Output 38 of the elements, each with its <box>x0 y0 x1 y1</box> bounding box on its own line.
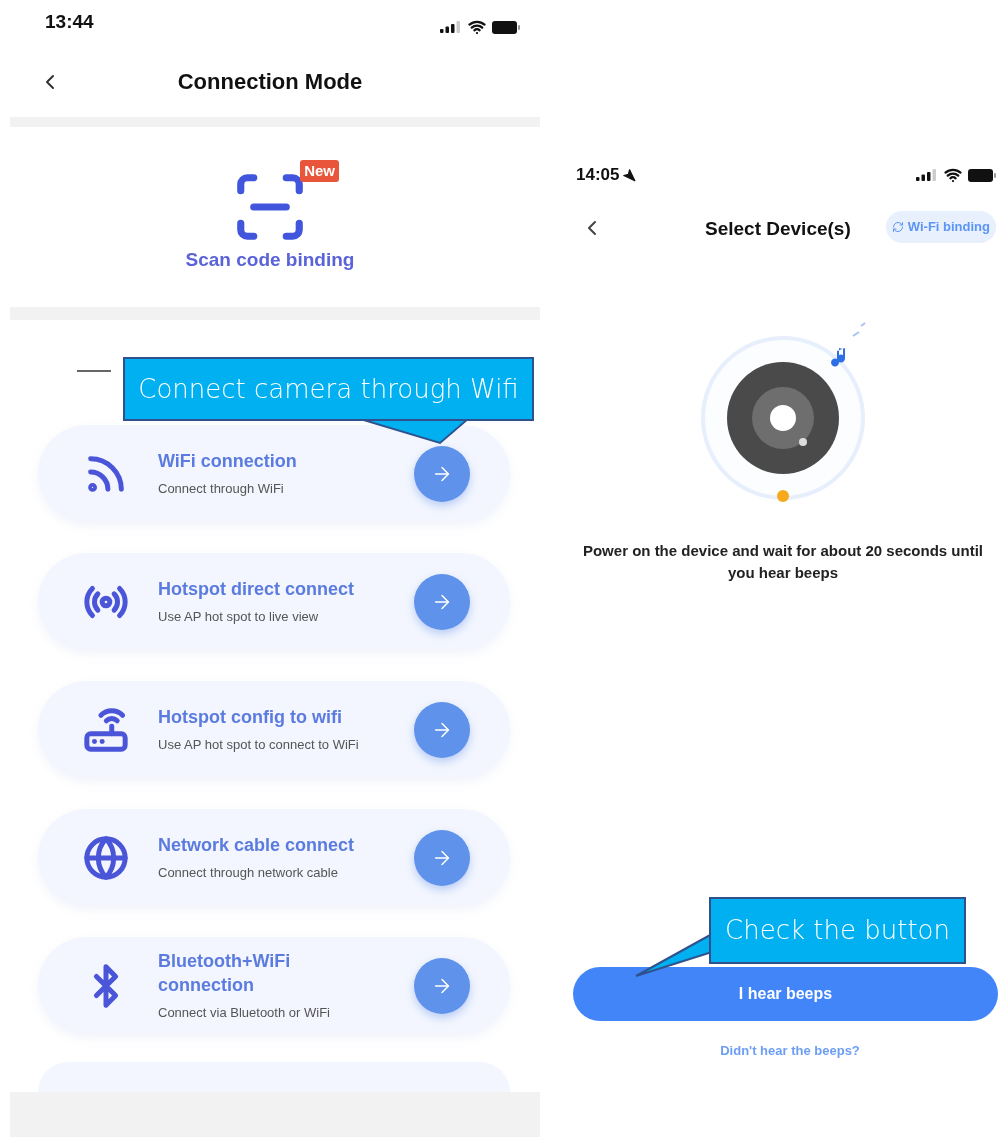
arrow-button[interactable] <box>414 829 470 886</box>
hear-beeps-button[interactable]: I hear beeps <box>573 967 998 1021</box>
instruction-text: Power on the device and wait for about 20 seconds until you hear beeps <box>581 541 985 583</box>
option-subtitle: Use AP hot spot to connect to WiFi <box>158 735 360 754</box>
arrow-button[interactable] <box>414 701 470 758</box>
status-time: 13:44 <box>45 9 94 34</box>
arrow-button[interactable] <box>414 445 470 502</box>
option-subtitle: Connect through network cable <box>158 863 339 882</box>
wifi-status-icon <box>468 18 486 36</box>
option-card[interactable]: Hotspot direct connect Use AP hot spot to live view <box>38 553 510 650</box>
option-title: Bluetooth+WiFi connection <box>158 949 292 997</box>
option-subtitle: Use AP hot spot to live view <box>158 607 320 626</box>
option-card[interactable]: Hotspot config to wifi Use AP hot spot to connect to WiFi <box>38 681 510 778</box>
wifi-status-icon <box>944 166 962 184</box>
battery-icon <box>968 168 996 182</box>
option-card[interactable]: Network cable connect Connect through network cable <box>38 809 510 906</box>
option-subtitle: Connect through WiFi <box>158 479 285 498</box>
signal-icon <box>440 21 462 33</box>
option-subtitle: Connect via Bluetooth or WiFi <box>158 1003 331 1022</box>
globe-icon <box>83 834 129 881</box>
option-card[interactable]: WiFi connection Connect through WiFi <box>38 425 510 522</box>
location-icon <box>622 168 637 182</box>
scan-code-link[interactable]: Scan code binding <box>185 245 355 275</box>
battery-icon <box>492 20 520 34</box>
option-title: Hotspot direct connect <box>158 577 355 601</box>
arrow-button[interactable] <box>414 957 470 1014</box>
option-title: Hotspot config to wifi <box>158 705 343 729</box>
signal-icon <box>916 169 938 181</box>
status-time: 14:05 <box>576 164 620 187</box>
router-icon <box>83 706 129 753</box>
screen-title: Connection Mode <box>177 68 363 96</box>
option-card[interactable]: Bluetooth+WiFi connection Connect via Bluetooth or WiFi <box>38 937 510 1034</box>
arrow-button[interactable] <box>414 573 470 630</box>
new-badge: New <box>300 159 339 183</box>
option-title: Network cable connect <box>158 833 356 857</box>
screen-title: Select Device(s) <box>705 217 851 241</box>
option-title: WiFi connection <box>158 449 298 473</box>
callout: Check the button <box>709 897 966 964</box>
